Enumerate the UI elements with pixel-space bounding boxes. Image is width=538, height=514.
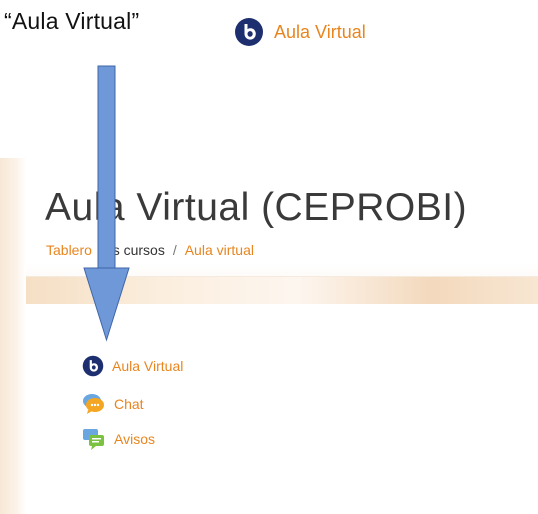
aula-virtual-top-label: Aula Virtual	[274, 21, 366, 42]
activity-aula-virtual[interactable]: Aula Virtual	[82, 355, 183, 377]
bigbluebutton-icon	[82, 355, 104, 377]
activity-label: Aula Virtual	[112, 358, 184, 374]
bigbluebutton-icon	[235, 18, 263, 46]
left-decoration-strip	[0, 158, 26, 514]
activity-avisos[interactable]: Avisos	[82, 428, 155, 450]
breadcrumb-tablero[interactable]: Tablero	[46, 242, 92, 258]
activity-label: Chat	[114, 396, 144, 412]
breadcrumb: Tablero Mis cursos / Aula virtual	[46, 242, 254, 258]
breadcrumb-mis-cursos[interactable]: Mis cursos	[98, 242, 165, 258]
aula-virtual-top-link[interactable]: Aula Virtual	[234, 17, 366, 47]
forum-icon	[83, 429, 104, 450]
course-page: Aula Virtual (CEPROBI) Tablero Mis curso…	[0, 158, 538, 514]
activity-label: Avisos	[114, 431, 155, 447]
annotation-quote-title: “Aula Virtual”	[4, 8, 140, 34]
breadcrumb-separator: /	[172, 242, 177, 258]
activity-chat[interactable]: Chat	[82, 393, 144, 415]
breadcrumb-aula-virtual[interactable]: Aula virtual	[185, 242, 254, 258]
page-title: Aula Virtual (CEPROBI)	[45, 186, 468, 229]
chat-icon	[83, 394, 104, 414]
